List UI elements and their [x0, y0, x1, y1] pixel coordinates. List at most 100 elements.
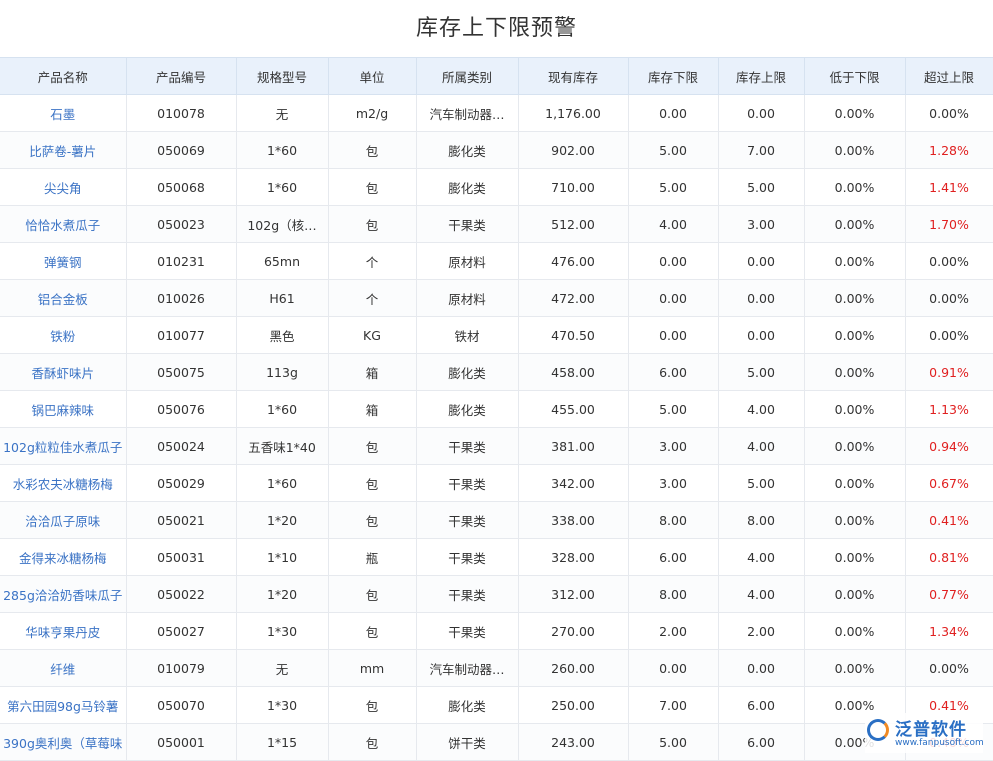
- below-lower-cell: 0.00%: [804, 612, 906, 650]
- spec-cell: 1*20: [236, 501, 329, 539]
- product-name-link[interactable]: 香酥虾味片: [0, 353, 127, 391]
- column-header[interactable]: 产品名称: [0, 57, 127, 95]
- below-lower-cell: 0.00%: [804, 242, 906, 280]
- table-row: 第六田园98g马铃薯 050070 1*30 包膨化类 250.00 7.00 6.00 0.…: [0, 686, 993, 724]
- spec-cell: 102g（核…: [236, 205, 329, 243]
- stock-cell: 1,176.00: [518, 94, 629, 132]
- product-code-cell: 010026: [126, 279, 237, 317]
- product-code-cell: 050076: [126, 390, 237, 428]
- product-code-cell: 050031: [126, 538, 237, 576]
- product-code-cell: 050027: [126, 612, 237, 650]
- spec-cell: 1*15: [236, 723, 329, 761]
- category-cell: 原材料: [416, 242, 519, 280]
- product-name-link[interactable]: 华味亨果丹皮: [0, 612, 127, 650]
- lower-limit-cell: 0.00: [628, 316, 719, 354]
- product-code-cell: 050068: [126, 168, 237, 206]
- unit-cell: 包: [328, 464, 417, 502]
- below-lower-cell: 0.00%: [804, 353, 906, 391]
- lower-limit-cell: 7.00: [628, 686, 719, 724]
- table-row: 比萨卷-薯片 050069 1*60 包膨化类 902.00 5.00 7.00 0.00% 1…: [0, 131, 993, 169]
- table-row: 香酥虾味片 050075 113g 箱膨化类 458.00 6.00 5.00 0.00% 0.…: [0, 353, 993, 391]
- unit-cell: 包: [328, 723, 417, 761]
- product-name-link[interactable]: 恰恰水煮瓜子: [0, 205, 127, 243]
- category-cell: 饼干类: [416, 723, 519, 761]
- stock-cell: 458.00: [518, 353, 629, 391]
- spec-cell: 黑色: [236, 316, 329, 354]
- product-code-cell: 010078: [126, 94, 237, 132]
- product-name-link[interactable]: 石墨: [0, 94, 127, 132]
- unit-cell: m2/g: [328, 94, 417, 132]
- column-header[interactable]: 库存下限: [628, 57, 719, 95]
- column-header[interactable]: 单位: [328, 57, 417, 95]
- column-header[interactable]: 超过上限: [905, 57, 993, 95]
- category-cell: 干果类: [416, 205, 519, 243]
- lower-limit-cell: 3.00: [628, 464, 719, 502]
- unit-cell: 瓶: [328, 538, 417, 576]
- table-row: 水彩农夫冰糖杨梅 050029 1*60 包干果类 342.00 3.00 5.00 0.00…: [0, 464, 993, 502]
- lower-limit-cell: 5.00: [628, 131, 719, 169]
- product-name-link[interactable]: 洽洽瓜子原味: [0, 501, 127, 539]
- brand-url: www.fanpusoft.com: [895, 738, 984, 748]
- brand-logo: 泛普软件 www.fanpusoft.com: [865, 713, 984, 753]
- unit-cell: 箱: [328, 390, 417, 428]
- below-lower-cell: 0.00%: [804, 279, 906, 317]
- lower-limit-cell: 8.00: [628, 575, 719, 613]
- table-row: 纤维 010079 无 mm 汽车制动器… 260.00 0.00 0.00 0.00% 0.00…: [0, 649, 993, 687]
- below-lower-cell: 0.00%: [804, 390, 906, 428]
- product-name-link[interactable]: 弹簧钢: [0, 242, 127, 280]
- spec-cell: 113g: [236, 353, 329, 391]
- product-name-link[interactable]: 纤维: [0, 649, 127, 687]
- product-name-link[interactable]: 比萨卷-薯片: [0, 131, 127, 169]
- category-cell: 干果类: [416, 501, 519, 539]
- product-name-link[interactable]: 第六田园98g马铃薯: [0, 686, 127, 724]
- lower-limit-cell: 0.00: [628, 279, 719, 317]
- upper-limit-cell: 0.00: [718, 242, 805, 280]
- inventory-table: 产品名称 产品编号 规格型号 单位 所属类别 现有库存 库存下限 库存上限 低于…: [0, 57, 993, 761]
- stock-cell: 260.00: [518, 649, 629, 687]
- product-name-link[interactable]: 285g洽洽奶香味瓜子: [0, 575, 127, 613]
- column-header[interactable]: 低于下限: [804, 57, 906, 95]
- spec-cell: 五香味1*40: [236, 427, 329, 465]
- upper-limit-cell: 3.00: [718, 205, 805, 243]
- spec-cell: 1*30: [236, 612, 329, 650]
- stock-cell: 455.00: [518, 390, 629, 428]
- upper-limit-cell: 0.00: [718, 649, 805, 687]
- upper-limit-cell: 8.00: [718, 501, 805, 539]
- column-header[interactable]: 所属类别: [416, 57, 519, 95]
- product-name-link[interactable]: 金得来冰糖杨梅: [0, 538, 127, 576]
- over-upper-cell: 0.91%: [905, 353, 993, 391]
- product-name-link[interactable]: 铁粉: [0, 316, 127, 354]
- stock-cell: 328.00: [518, 538, 629, 576]
- product-name-link[interactable]: 390g奥利奥（草莓味: [0, 723, 127, 761]
- upper-limit-cell: 6.00: [718, 723, 805, 761]
- product-name-link[interactable]: 铝合金板: [0, 279, 127, 317]
- column-header[interactable]: 库存上限: [718, 57, 805, 95]
- product-code-cell: 050024: [126, 427, 237, 465]
- over-upper-cell: 0.00%: [905, 649, 993, 687]
- over-upper-cell: 1.13%: [905, 390, 993, 428]
- product-name-link[interactable]: 102g粒粒佳水煮瓜子: [0, 427, 127, 465]
- unit-cell: 包: [328, 612, 417, 650]
- brand-name: 泛普软件: [895, 720, 967, 740]
- product-code-cell: 010231: [126, 242, 237, 280]
- stock-cell: 342.00: [518, 464, 629, 502]
- upper-limit-cell: 4.00: [718, 538, 805, 576]
- category-cell: 膨化类: [416, 131, 519, 169]
- column-header[interactable]: 规格型号: [236, 57, 329, 95]
- column-header[interactable]: 现有库存: [518, 57, 629, 95]
- product-name-link[interactable]: 水彩农夫冰糖杨梅: [0, 464, 127, 502]
- product-code-cell: 050001: [126, 723, 237, 761]
- product-name-link[interactable]: 尖尖角: [0, 168, 127, 206]
- product-code-cell: 050070: [126, 686, 237, 724]
- column-header[interactable]: 产品编号: [126, 57, 237, 95]
- upper-limit-cell: 5.00: [718, 353, 805, 391]
- category-cell: 干果类: [416, 612, 519, 650]
- below-lower-cell: 0.00%: [804, 538, 906, 576]
- below-lower-cell: 0.00%: [804, 575, 906, 613]
- lower-limit-cell: 4.00: [628, 205, 719, 243]
- upper-limit-cell: 0.00: [718, 94, 805, 132]
- over-upper-cell: 0.00%: [905, 279, 993, 317]
- table-row: 恰恰水煮瓜子 050023 102g（核… 包干果类 512.00 4.00 3.00 0.0…: [0, 205, 993, 243]
- product-name-link[interactable]: 锅巴麻辣味: [0, 390, 127, 428]
- stock-cell: 472.00: [518, 279, 629, 317]
